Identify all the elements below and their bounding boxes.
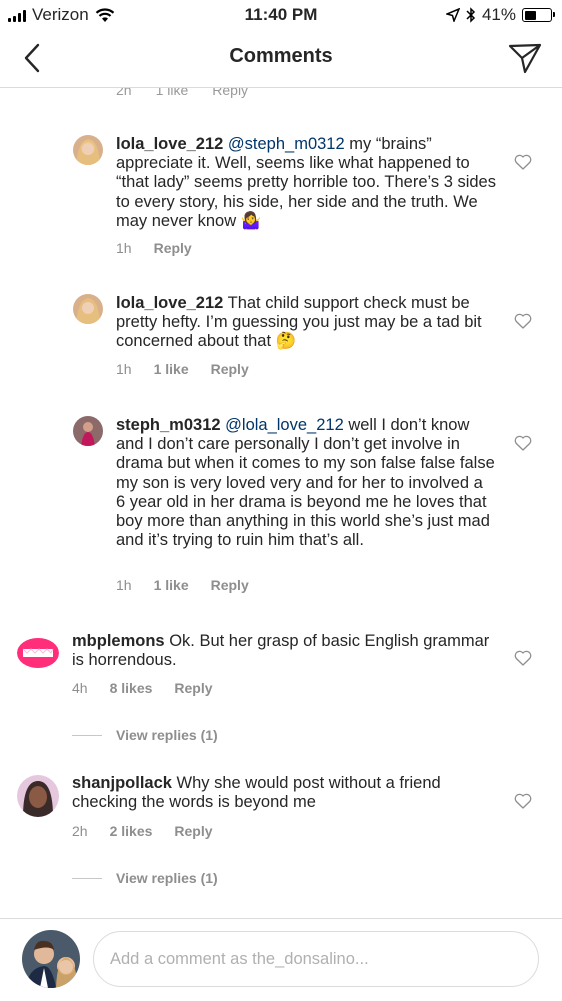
comment: shanjpollack Why she would post without … [0,772,562,892]
avatar[interactable] [73,416,103,446]
comment-username[interactable]: lola_love_212 [116,294,223,312]
comment-mention[interactable]: @lola_love_212 [225,416,344,434]
divider-line [72,734,102,736]
comment-time: 1h [116,240,132,256]
reply-button[interactable]: Reply [211,577,249,593]
comment-time: 1h [116,577,132,593]
comment-composer [0,918,562,1001]
view-replies-button[interactable]: View replies (1) [72,727,218,743]
comment: mbplemons Ok. But her grasp of basic Eng… [0,628,562,748]
view-replies-label: View replies (1) [116,870,218,886]
comments-feed[interactable]: 2h 1 like Reply lola_love_212 @steph_m03… [0,88,562,918]
reply-button[interactable]: Reply [174,680,212,696]
comment-likes[interactable]: 1 like [154,577,189,593]
heart-icon[interactable] [514,154,532,170]
comment-text: lola_love_212 That child support check m… [116,294,496,352]
battery-percent: 41% [481,5,516,24]
comment-text: lola_love_212 @steph_m0312 my “brains” a… [116,135,496,231]
comment-meta: 1h 1 like Reply [116,577,249,593]
reply-button[interactable]: Reply [211,361,249,377]
paper-plane-icon [508,43,542,74]
comment-meta: 1h 1 like Reply [116,361,249,377]
comment-text: steph_m0312 @lola_love_212 well I don’t … [116,416,496,550]
reply-comment: steph_m0312 @lola_love_212 well I don’t … [0,406,562,606]
status-bar: Verizon 11:40 PM 41% [0,0,562,30]
comment-time: 4h [72,680,88,696]
avatar[interactable] [73,135,103,165]
comment-username[interactable]: mbplemons [72,632,165,650]
view-replies-label: View replies (1) [116,727,218,743]
heart-icon[interactable] [514,313,532,329]
comment-input[interactable] [93,931,539,987]
page-title: Comments [229,45,333,67]
current-user-avatar [22,930,80,988]
comment-username[interactable]: lola_love_212 [116,135,223,153]
comment-meta: 1h Reply [116,240,192,256]
reply-button[interactable]: Reply [154,240,192,256]
heart-icon[interactable] [514,650,532,666]
comment-likes[interactable]: 1 like [154,361,189,377]
view-replies-button[interactable]: View replies (1) [72,870,218,886]
comment-body: well I don’t know and I don’t care perso… [116,416,495,550]
divider-line [72,877,102,879]
comment-time: 1h [116,361,132,377]
comment-time: 2h [72,823,88,839]
avatar[interactable] [17,775,59,817]
comment-meta: 4h 8 likes Reply [72,680,213,696]
avatar[interactable] [17,632,59,674]
comment-likes[interactable]: 2 likes [110,823,153,839]
reply-button[interactable]: Reply [174,823,212,839]
comment-likes[interactable]: 8 likes [110,680,153,696]
heart-icon[interactable] [514,793,532,809]
comment-mention[interactable]: @steph_m0312 [228,135,345,153]
comment-meta: 2h 2 likes Reply [72,823,213,839]
reply-comment: lola_love_212 @steph_m0312 my “brains” a… [0,88,562,278]
nav-bar: Comments [0,30,562,88]
avatar[interactable] [73,294,103,324]
reply-comment: lola_love_212 That child support check m… [0,284,562,394]
location-arrow-icon [445,8,460,22]
status-right: 41% [445,5,555,25]
comment-text: mbplemons Ok. But her grasp of basic Eng… [72,632,492,670]
bluetooth-icon [466,7,476,23]
share-button[interactable] [508,42,542,74]
battery-icon [522,8,555,22]
comment-username[interactable]: steph_m0312 [116,416,221,434]
heart-icon[interactable] [514,435,532,451]
comment-username[interactable]: shanjpollack [72,774,172,792]
comment-text: shanjpollack Why she would post without … [72,774,492,812]
